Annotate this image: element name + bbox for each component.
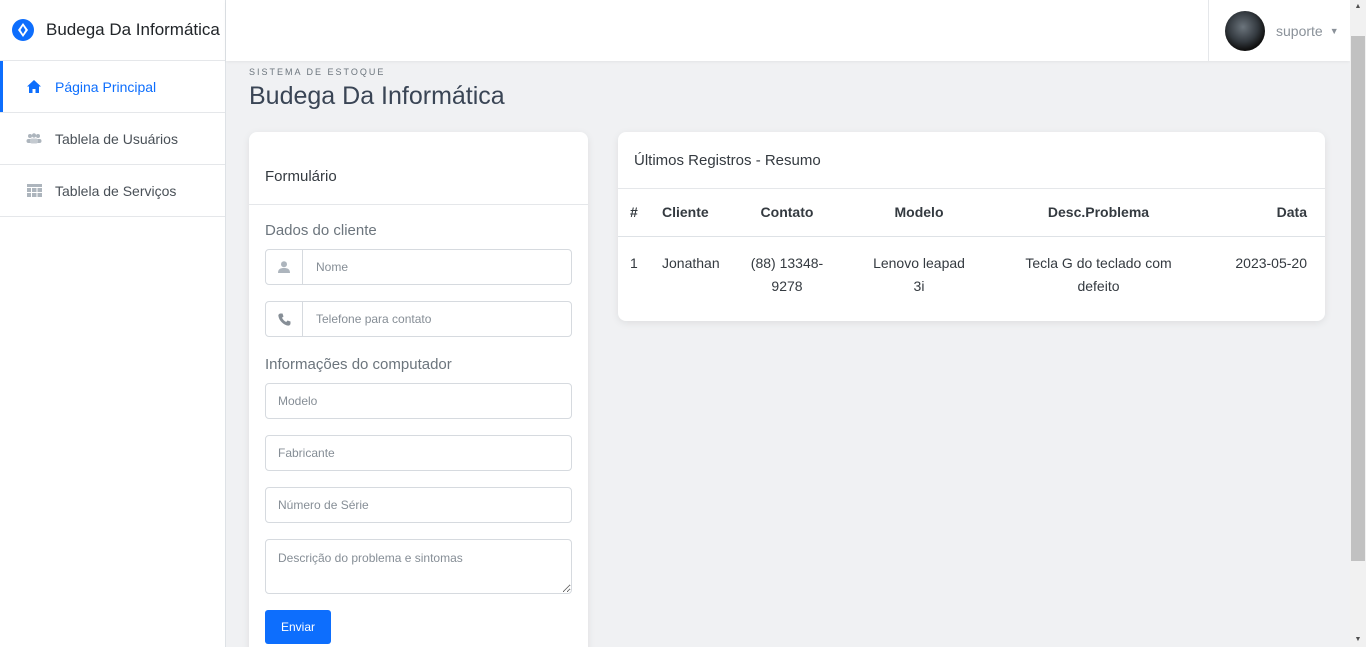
sidebar-item-label: Tablela de Serviços — [55, 182, 177, 199]
brand-name: Budega Da Informática — [46, 20, 220, 39]
avatar[interactable] — [1225, 10, 1265, 51]
form-card-title: Formulário — [249, 132, 588, 205]
table-header-row: # Cliente Contato Modelo Desc.Problema D… — [618, 189, 1325, 237]
problem-description-textarea[interactable] — [265, 539, 572, 594]
scrollbar[interactable]: ▲ ▼ — [1350, 0, 1366, 647]
cell-model: Lenovo leapad 3i — [873, 254, 965, 294]
sidebar: Budega Da Informática Página Principal T… — [0, 0, 226, 647]
phone-input[interactable] — [303, 312, 571, 326]
cell-number: 1 — [630, 254, 638, 271]
sidebar-item-pagina-principal[interactable]: Página Principal — [0, 61, 225, 113]
phone-field-group — [265, 301, 572, 337]
table-row[interactable]: 1 Jonathan (88) 13348-9278 Lenovo leapad… — [618, 236, 1325, 298]
column-header: Modelo — [842, 189, 996, 237]
column-header: Cliente — [652, 189, 732, 237]
column-header: # — [618, 189, 652, 237]
users-icon — [26, 131, 42, 147]
summary-table: # Cliente Contato Modelo Desc.Problema D… — [618, 189, 1325, 298]
cell-contact: (88) 13348-9278 — [750, 254, 824, 294]
phone-icon — [266, 302, 303, 336]
form-card: Formulário Dados do cliente Informações … — [249, 132, 588, 647]
name-field-group — [265, 249, 572, 285]
manufacturer-input[interactable] — [265, 435, 572, 471]
scroll-down-icon[interactable]: ▼ — [1350, 633, 1366, 647]
brand[interactable]: Budega Da Informática — [0, 0, 225, 61]
cell-date: 2023-05-20 — [1235, 254, 1307, 271]
column-header: Desc.Problema — [996, 189, 1201, 237]
table-icon — [26, 183, 42, 199]
topbar: suporte ▼ — [226, 0, 1350, 61]
cell-problem: Tecla G do teclado com defeito — [1025, 254, 1172, 294]
user-menu[interactable]: suporte ▼ — [1208, 0, 1350, 61]
computer-section-label: Informações do computador — [265, 356, 452, 373]
user-name: suporte — [1276, 22, 1323, 39]
page-eyebrow: SISTEMA DE ESTOQUE — [249, 67, 386, 77]
sidebar-item-servicos[interactable]: Tablela de Serviços — [0, 165, 225, 217]
summary-card-title: Últimos Registros - Resumo — [618, 132, 1325, 189]
column-header: Data — [1201, 189, 1325, 237]
sidebar-item-usuarios[interactable]: Tablela de Usuários — [0, 113, 225, 165]
brand-logo-icon — [12, 19, 34, 41]
serial-number-input[interactable] — [265, 487, 572, 523]
page-title: Budega Da Informática — [249, 82, 505, 110]
user-icon — [266, 250, 303, 284]
home-icon — [26, 79, 42, 95]
summary-card: Últimos Registros - Resumo # Cliente Con… — [618, 132, 1325, 321]
cell-client: Jonathan — [662, 254, 720, 271]
sidebar-item-label: Página Principal — [55, 78, 157, 95]
sidebar-item-label: Tablela de Usuários — [55, 130, 178, 147]
model-input[interactable] — [265, 383, 572, 419]
client-section-label: Dados do cliente — [265, 222, 377, 239]
chevron-down-icon: ▼ — [1329, 25, 1339, 36]
name-input[interactable] — [303, 260, 571, 274]
scroll-up-icon[interactable]: ▲ — [1350, 0, 1366, 14]
submit-button[interactable]: Enviar — [265, 610, 331, 644]
column-header: Contato — [732, 189, 842, 237]
scroll-thumb[interactable] — [1351, 36, 1365, 561]
